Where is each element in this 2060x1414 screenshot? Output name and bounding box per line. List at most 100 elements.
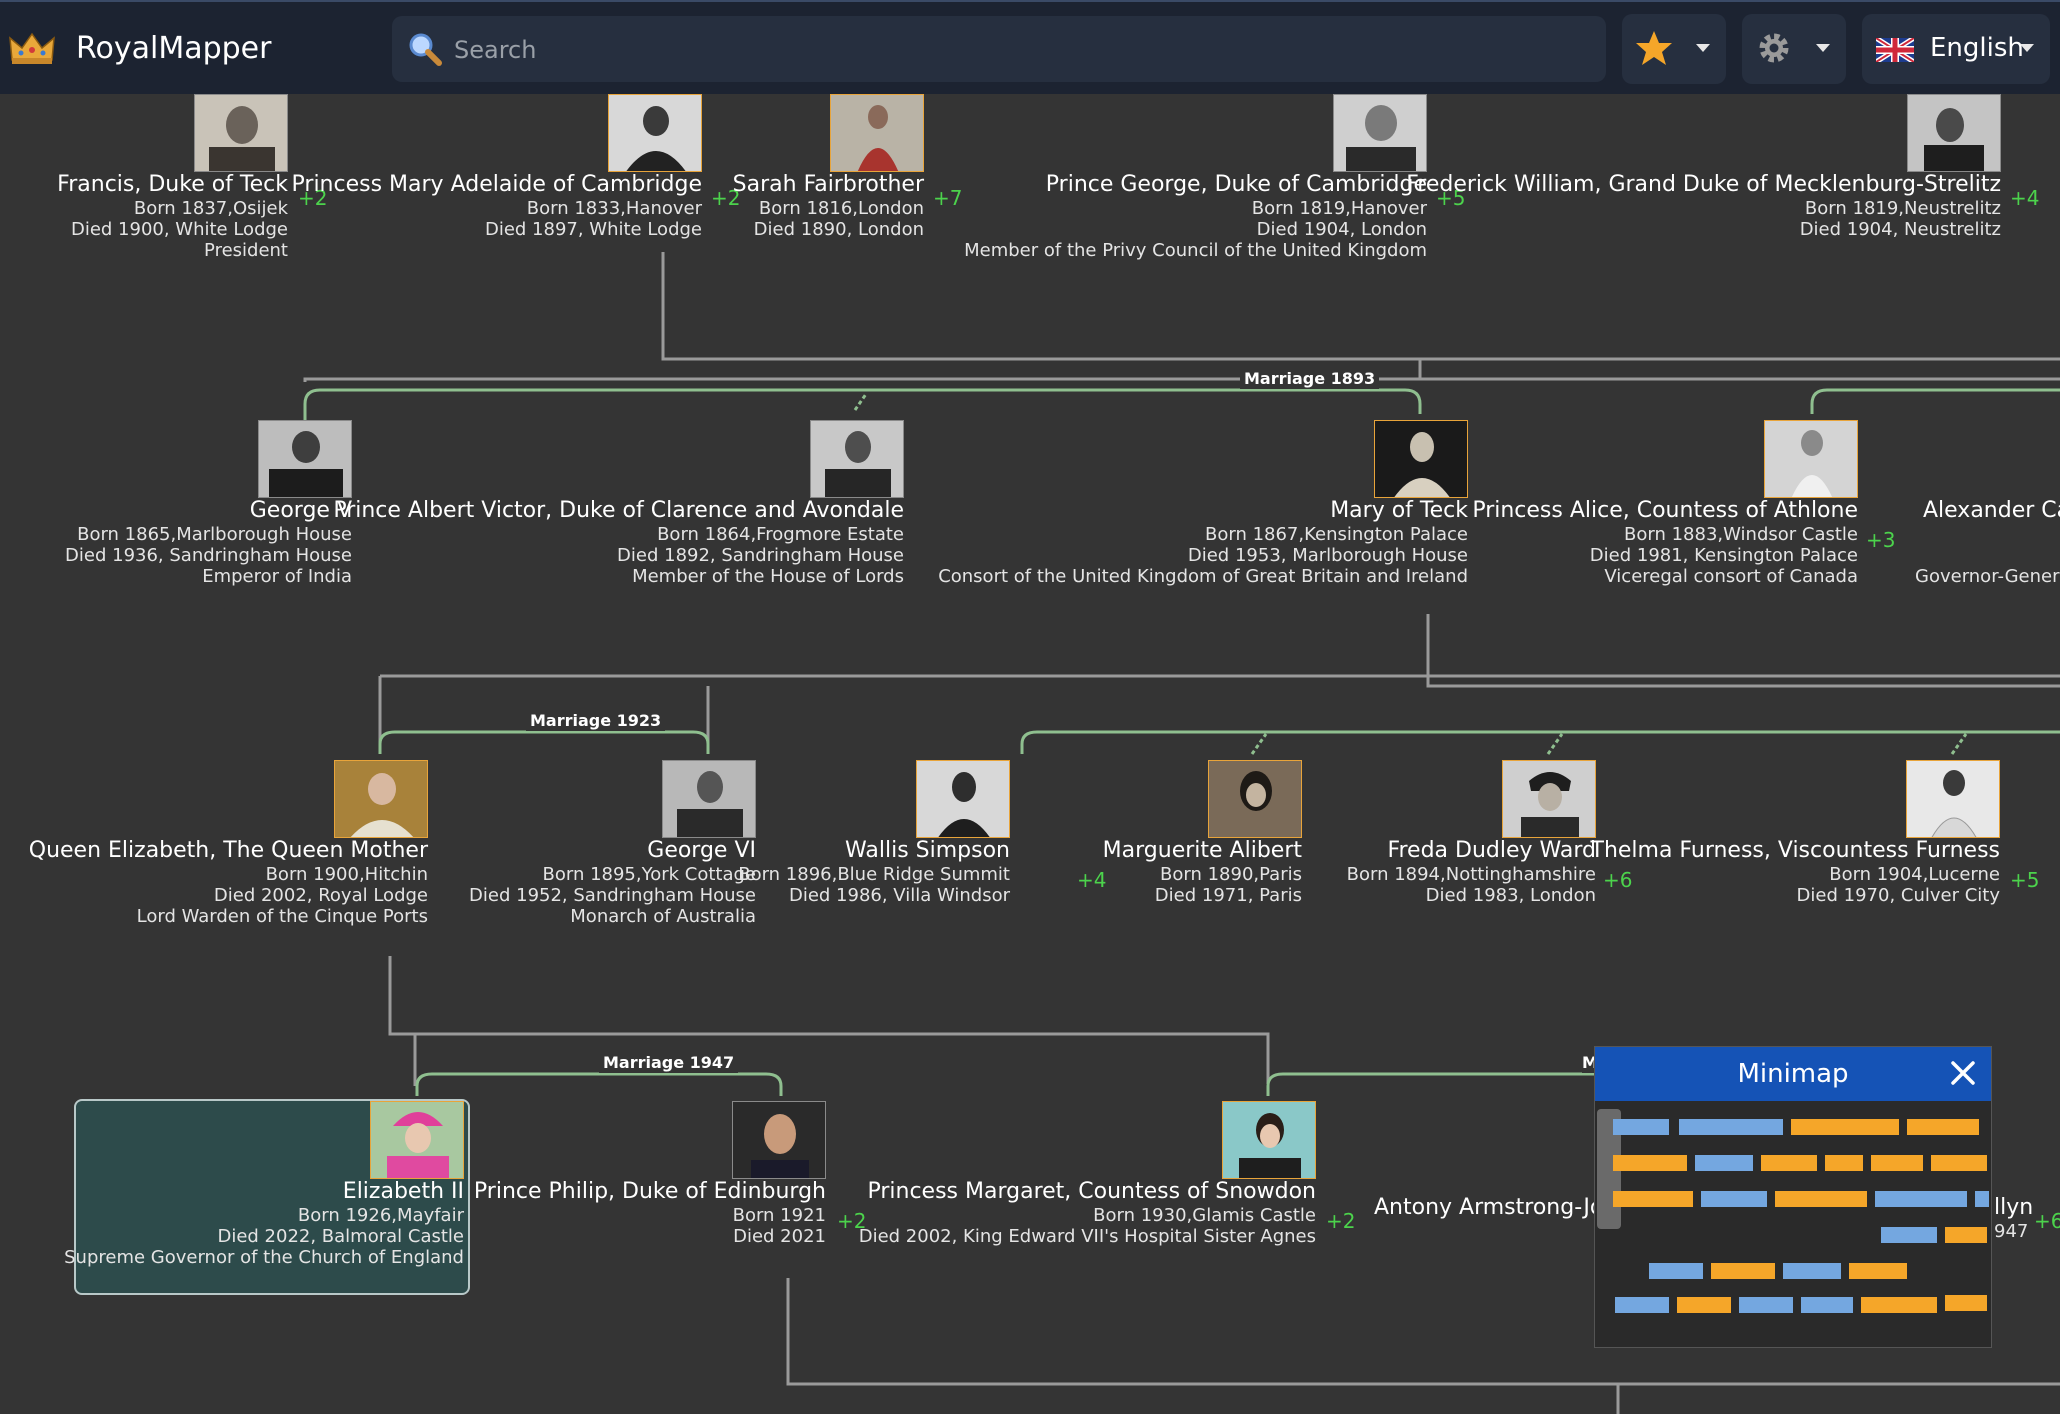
minimap-title: Minimap xyxy=(1737,1059,1849,1089)
person-title: Supreme Governor of the Church of Englan… xyxy=(64,1247,464,1268)
more-relatives-count[interactable]: +4 xyxy=(2010,186,2039,210)
search-input[interactable] xyxy=(452,16,1586,84)
settings-button[interactable] xyxy=(1742,14,1846,84)
person-node-wallis-simpson[interactable]: Wallis Simpson Born 1896,Blue Ridge Summ… xyxy=(738,760,1010,906)
person-title: Viceregal consort of Canada xyxy=(1604,566,1858,587)
person-born: Born 1816,London xyxy=(758,198,924,219)
favorites-button[interactable] xyxy=(1622,14,1726,84)
minimap-node-bar xyxy=(1695,1155,1753,1171)
person-name: George VI xyxy=(647,838,756,863)
person-born: Born 1896,Blue Ridge Summit xyxy=(738,864,1010,885)
person-name: Mary of Teck xyxy=(1330,498,1468,523)
person-born: Born 1867,Kensington Palace xyxy=(1205,524,1468,545)
portrait-photo xyxy=(334,760,428,838)
app-title[interactable]: RoyalMapper xyxy=(76,30,271,68)
minimap-node-bar xyxy=(1871,1155,1923,1171)
person-node-elizabeth-ii[interactable]: Elizabeth II Born 1926,Mayfair Died 2022… xyxy=(64,1101,464,1268)
person-born: Born 1926,Mayfair xyxy=(297,1205,464,1226)
minimap-panel[interactable]: Minimap xyxy=(1594,1046,1992,1348)
person-title: President xyxy=(204,240,288,261)
language-selector[interactable]: English xyxy=(1862,14,2050,84)
person-died: Died 1900, White Lodge xyxy=(70,219,288,240)
person-name: Frederick William, Grand Duke of Mecklen… xyxy=(1406,172,2001,197)
more-relatives-count[interactable]: +5 xyxy=(2010,868,2039,892)
person-died: Died 1983, London xyxy=(1425,885,1596,906)
person-name: Sarah Fairbrother xyxy=(732,172,924,197)
person-died: Died 1904, London xyxy=(1256,219,1427,240)
minimap-node-bar xyxy=(1861,1297,1937,1313)
portrait-photo xyxy=(830,94,924,172)
marriage-line xyxy=(415,1072,783,1096)
person-name: Wallis Simpson xyxy=(845,838,1010,863)
minimap-node-bar xyxy=(1783,1263,1841,1279)
person-node-mary-adelaide[interactable]: Princess Mary Adelaide of Cambridge Born… xyxy=(292,94,702,240)
family-tree-canvas[interactable]: Marriage 1893 Marriage 1923 Marriage 194… xyxy=(0,94,2060,1414)
person-node-princess-margaret[interactable]: Princess Margaret, Countess of Snowdon B… xyxy=(859,1101,1316,1247)
person-name: George V xyxy=(249,498,352,523)
person-title: Consort of the United Kingdom of Great B… xyxy=(938,566,1468,587)
search-bar xyxy=(392,16,1606,84)
person-node-marguerite-alibert[interactable]: Marguerite Alibert Born 1890,Paris Died … xyxy=(1103,760,1302,906)
marriage-line xyxy=(1266,1072,1600,1096)
person-node-francis[interactable]: Francis, Duke of Teck Born 1837,Osijek D… xyxy=(57,94,288,261)
person-died: Died 1970, Culver City xyxy=(1796,885,2000,906)
portrait-photo xyxy=(1222,1101,1316,1179)
person-node-queen-mother[interactable]: Queen Elizabeth, The Queen Mother Born 1… xyxy=(29,760,428,927)
person-name: Elizabeth II xyxy=(342,1179,464,1204)
minimap-node-bar xyxy=(1775,1191,1867,1207)
person-died: Died 2002, King Edward VII's Hospital Si… xyxy=(858,1226,1316,1247)
marriage-line xyxy=(1810,388,2060,414)
marriage-line xyxy=(1020,730,2060,754)
person-name: Alexander Can xyxy=(1923,498,2060,523)
marriage-label: Marriage 1923 xyxy=(526,711,666,731)
person-born: Born 1819,Hanover xyxy=(1251,198,1427,219)
minimap-node-bar xyxy=(1931,1155,1987,1171)
person-node-thelma-furness[interactable]: Thelma Furness, Viscountess Furness Born… xyxy=(1591,760,2000,906)
minimap-node-bar xyxy=(1825,1155,1863,1171)
person-name[interactable]: Antony Armstrong-Jone xyxy=(1374,1195,1631,1221)
marriage-line-dashed xyxy=(853,393,868,411)
portrait-photo xyxy=(370,1101,464,1179)
top-bar: RoyalMapper Search English xyxy=(0,0,2060,94)
person-node-prince-philip[interactable]: Prince Philip, Duke of Edinburgh Born 19… xyxy=(474,1101,826,1247)
person-born: Born 1890,Paris xyxy=(1160,864,1302,885)
person-node-sarah[interactable]: Sarah Fairbrother Born 1816,London Died … xyxy=(733,94,924,240)
crown-icon[interactable] xyxy=(8,30,56,66)
person-born: Born 1864,Frogmore Estate xyxy=(657,524,904,545)
person-title: Member of the House of Lords xyxy=(632,566,904,587)
more-relatives-count[interactable]: +3 xyxy=(1866,528,1895,552)
person-name[interactable]: llyn xyxy=(1994,1195,2033,1221)
minimap-node-bar xyxy=(1615,1297,1669,1313)
portrait-photo xyxy=(608,94,702,172)
person-node-george-vi[interactable]: George VI Born 1895,York Cottage Died 19… xyxy=(469,760,756,927)
close-icon[interactable] xyxy=(1949,1059,1977,1087)
minimap-header: Minimap xyxy=(1595,1047,1991,1101)
person-node-george-cambridge[interactable]: Prince George, Duke of Cambridge Born 18… xyxy=(964,94,1427,261)
person-died: Died 1952, Sandringham House xyxy=(469,885,756,906)
person-born: 947 xyxy=(1994,1221,2029,1242)
person-died: Died 1981, Kensington Palace xyxy=(1589,545,1858,566)
portrait-photo xyxy=(194,94,288,172)
chevron-down-icon xyxy=(2020,44,2034,52)
more-relatives-count[interactable]: +7 xyxy=(933,186,962,210)
more-relatives-count[interactable]: +2 xyxy=(1326,1209,1355,1233)
person-node-albert-victor[interactable]: Prince Albert Victor, Duke of Clarence a… xyxy=(333,420,904,587)
minimap-node-bar xyxy=(1907,1119,1979,1135)
gear-icon xyxy=(1756,30,1792,70)
person-node-alexander[interactable]: Alexander Can Governor-Genera xyxy=(1915,498,2060,587)
uk-flag-icon xyxy=(1874,35,1916,66)
person-name: Princess Margaret, Countess of Snowdon xyxy=(867,1179,1316,1204)
person-died: Died 1890, London xyxy=(753,219,924,240)
more-relatives-count[interactable]: +6 xyxy=(2034,1209,2060,1233)
person-died: Died 1971, Paris xyxy=(1154,885,1302,906)
person-node-freda-dudley-ward[interactable]: Freda Dudley Ward Born 1894,Nottinghamsh… xyxy=(1347,760,1596,906)
minimap-node-bar xyxy=(1613,1191,1693,1207)
person-title: Governor-Genera xyxy=(1915,566,2060,587)
minimap-node-bar xyxy=(1801,1297,1853,1313)
person-node-mary-of-teck[interactable]: Mary of Teck Born 1867,Kensington Palace… xyxy=(938,420,1468,587)
portrait-photo xyxy=(810,420,904,498)
person-node-george-v[interactable]: George V Born 1865,Marlborough House Die… xyxy=(65,420,352,587)
person-node-frederick-william[interactable]: Frederick William, Grand Duke of Mecklen… xyxy=(1406,94,2001,240)
person-node-princess-alice[interactable]: Princess Alice, Countess of Athlone Born… xyxy=(1472,420,1858,587)
person-name: Princess Alice, Countess of Athlone xyxy=(1472,498,1858,523)
